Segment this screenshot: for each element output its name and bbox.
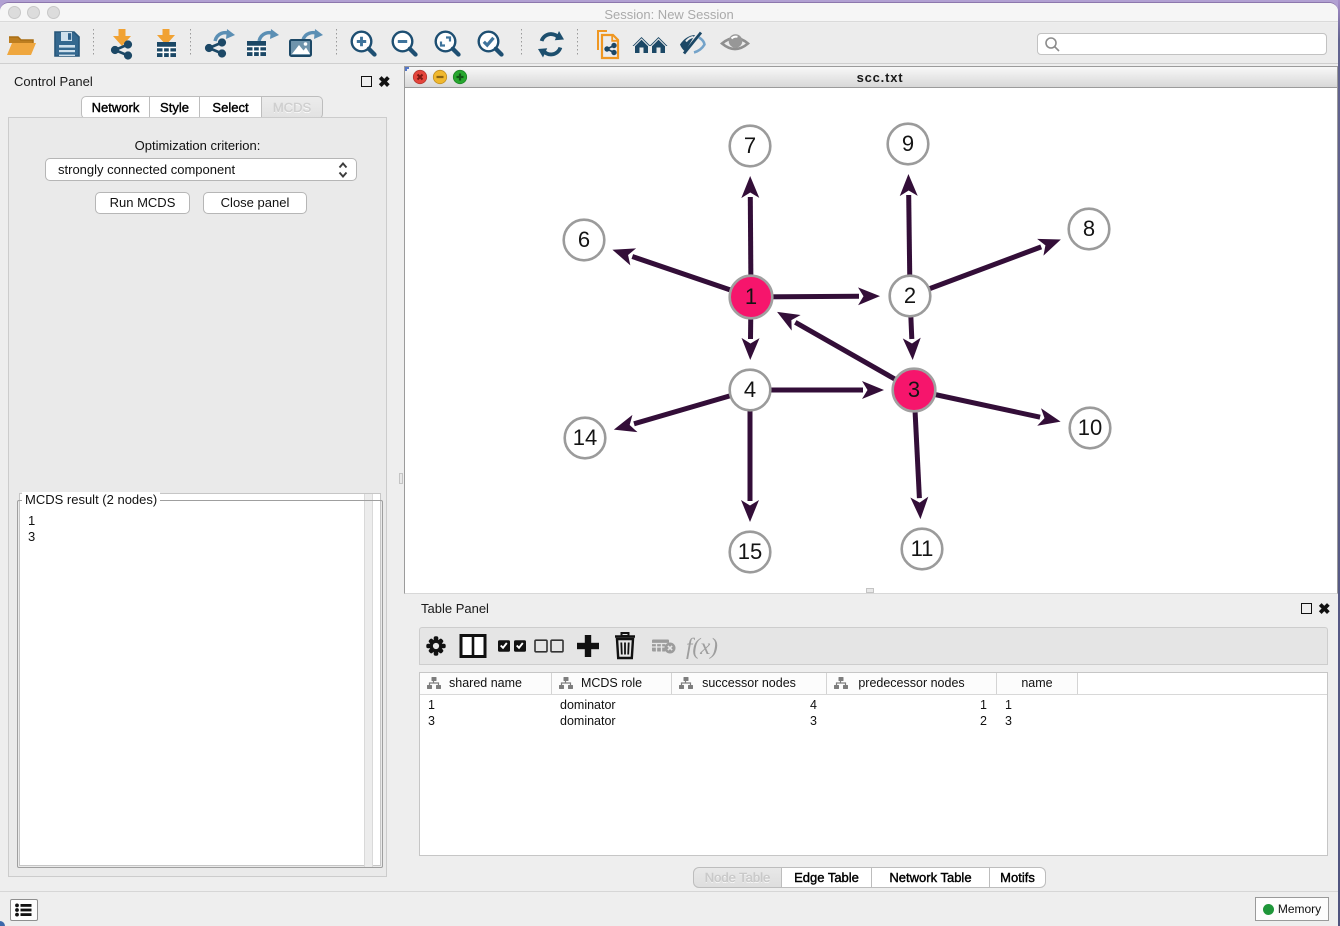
svg-text:6: 6 [578,227,590,252]
svg-text:8: 8 [1083,216,1095,241]
svg-text:15: 15 [738,539,762,564]
svg-text:14: 14 [573,425,597,450]
svg-text:1: 1 [745,284,757,309]
svg-text:9: 9 [902,131,914,156]
svg-text:11: 11 [911,536,934,561]
svg-text:3: 3 [908,377,920,402]
svg-text:4: 4 [744,377,756,402]
svg-text:2: 2 [904,283,916,308]
svg-text:f(x): f(x) [686,634,718,659]
svg-text:7: 7 [744,133,756,158]
svg-text:10: 10 [1078,415,1102,440]
